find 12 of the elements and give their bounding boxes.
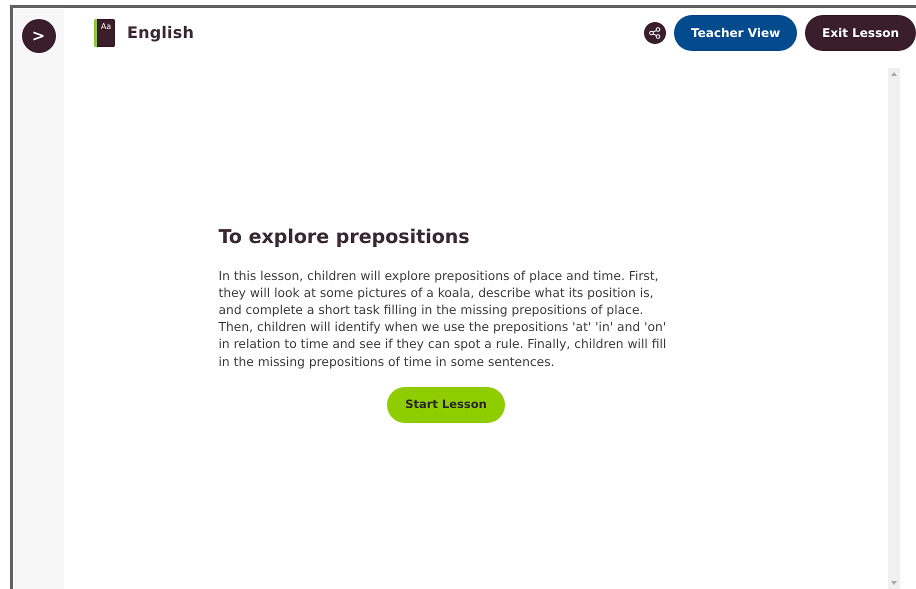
subject-title: English	[127, 22, 194, 44]
lesson-title: To explore prepositions	[218, 225, 471, 250]
sidebar-toggle-button[interactable]: >	[22, 19, 56, 53]
scroll-down-icon[interactable]	[891, 581, 897, 585]
scrollbar[interactable]	[888, 68, 900, 589]
share-icon[interactable]	[644, 22, 666, 44]
teacher-view-button[interactable]: Teacher View	[674, 15, 798, 51]
exit-lesson-button[interactable]: Exit Lesson	[805, 15, 916, 51]
book-icon: Aa	[94, 19, 115, 47]
lesson-description: In this lesson, children will explore prepositions of place and time. First, they will look at some pictures of a koala, describe what its position is, and complete a short task filling in the missing prepositions of place. Then, children will identify when we use the prepositions 'at' 'in' and 'on' in relation to time and see if they can spot a rule. Finally, children will fill in the missing prepositions of time in some sentences.	[218, 268, 668, 371]
start-lesson-button[interactable]: Start Lesson	[387, 386, 505, 423]
scroll-up-icon[interactable]	[891, 72, 897, 76]
